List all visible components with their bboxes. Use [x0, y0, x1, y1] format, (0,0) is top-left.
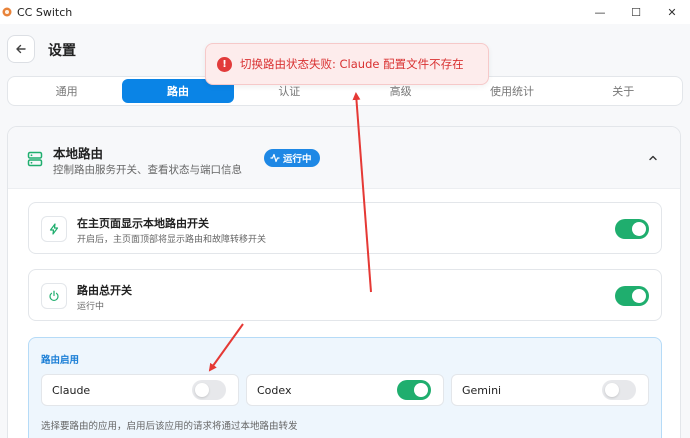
- setting-show-route-toggle: 在主页面显示本地路由开关 开启后，主页面顶部将显示路由和故障转移开关: [28, 202, 662, 254]
- section-header[interactable]: 本地路由 控制路由服务开关、查看状态与端口信息 运行中: [8, 127, 680, 189]
- tab-general[interactable]: 通用: [11, 79, 122, 103]
- tab-about[interactable]: 关于: [568, 79, 679, 103]
- master-route-toggle[interactable]: [615, 286, 649, 306]
- back-button[interactable]: [7, 35, 35, 63]
- error-icon: !: [217, 56, 232, 72]
- setting-description: 开启后，主页面顶部将显示路由和故障转移开关: [77, 235, 267, 245]
- gemini-route-toggle[interactable]: [602, 380, 636, 400]
- title-bar: CC Switch — ☐ ✕: [0, 0, 690, 24]
- chevron-up-icon[interactable]: [648, 153, 658, 163]
- window-controls: — ☐ ✕: [582, 0, 690, 24]
- setting-title: 在主页面显示本地路由开关: [77, 217, 209, 230]
- app-cell-gemini: Gemini: [451, 374, 649, 406]
- close-button[interactable]: ✕: [654, 0, 690, 24]
- apps-hint: 选择要路由的应用，启用后该应用的请求将通过本地路由转发: [41, 421, 298, 432]
- error-toast: ! 切换路由状态失败: Claude 配置文件不存在: [205, 43, 489, 85]
- apps-label: 路由启用: [41, 355, 80, 366]
- section-description: 控制路由服务开关、查看状态与端口信息: [53, 164, 242, 176]
- maximize-button[interactable]: ☐: [618, 0, 654, 24]
- claude-route-toggle[interactable]: [192, 380, 226, 400]
- row-icon-container: [41, 216, 67, 242]
- page-title: 设置: [48, 43, 76, 59]
- setting-description: 运行中: [77, 302, 105, 312]
- status-badge: 运行中: [264, 149, 320, 167]
- activity-icon: [270, 153, 280, 163]
- app-cell-claude: Claude: [41, 374, 239, 406]
- app-logo-icon: [2, 7, 12, 17]
- status-text: 运行中: [283, 154, 312, 165]
- codex-route-toggle[interactable]: [397, 380, 431, 400]
- lightning-icon: [49, 223, 59, 235]
- setting-title: 路由总开关: [77, 284, 132, 297]
- show-route-toggle[interactable]: [615, 219, 649, 239]
- local-routing-section: 本地路由 控制路由服务开关、查看状态与端口信息 运行中 在主页面显示本地路由开关…: [7, 126, 681, 438]
- section-title: 本地路由: [53, 146, 104, 161]
- setting-master-switch: 路由总开关 运行中: [28, 269, 662, 321]
- window-title: CC Switch: [17, 5, 73, 19]
- route-apps-panel: 路由启用 Claude Codex Gemini 选择要路由的应用，启用后该应用…: [28, 337, 662, 438]
- server-icon: [27, 151, 43, 167]
- app-name: Gemini: [462, 384, 502, 397]
- toast-message: 切换路由状态失败: Claude 配置文件不存在: [240, 57, 464, 71]
- app-cell-codex: Codex: [246, 374, 444, 406]
- minimize-button[interactable]: —: [582, 0, 618, 24]
- app-name: Codex: [257, 384, 292, 397]
- power-icon: [49, 290, 59, 302]
- app-name: Claude: [52, 384, 91, 397]
- row-icon-container: [41, 283, 67, 309]
- arrow-left-icon: [16, 44, 26, 54]
